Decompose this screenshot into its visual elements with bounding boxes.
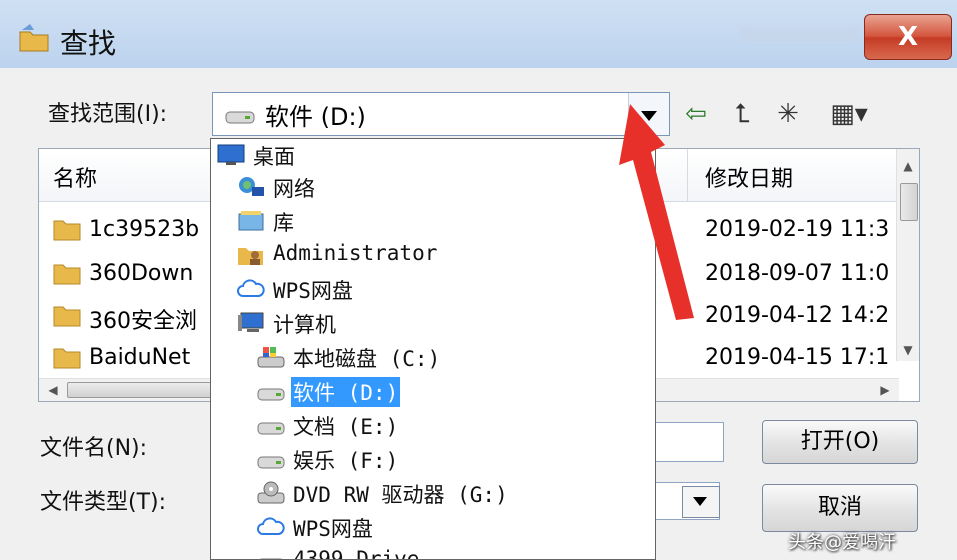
red-arrow-shape <box>619 104 694 320</box>
annotation-arrow-icon <box>619 104 694 320</box>
watermark: 头条@爱喝汗 <box>788 532 896 553</box>
